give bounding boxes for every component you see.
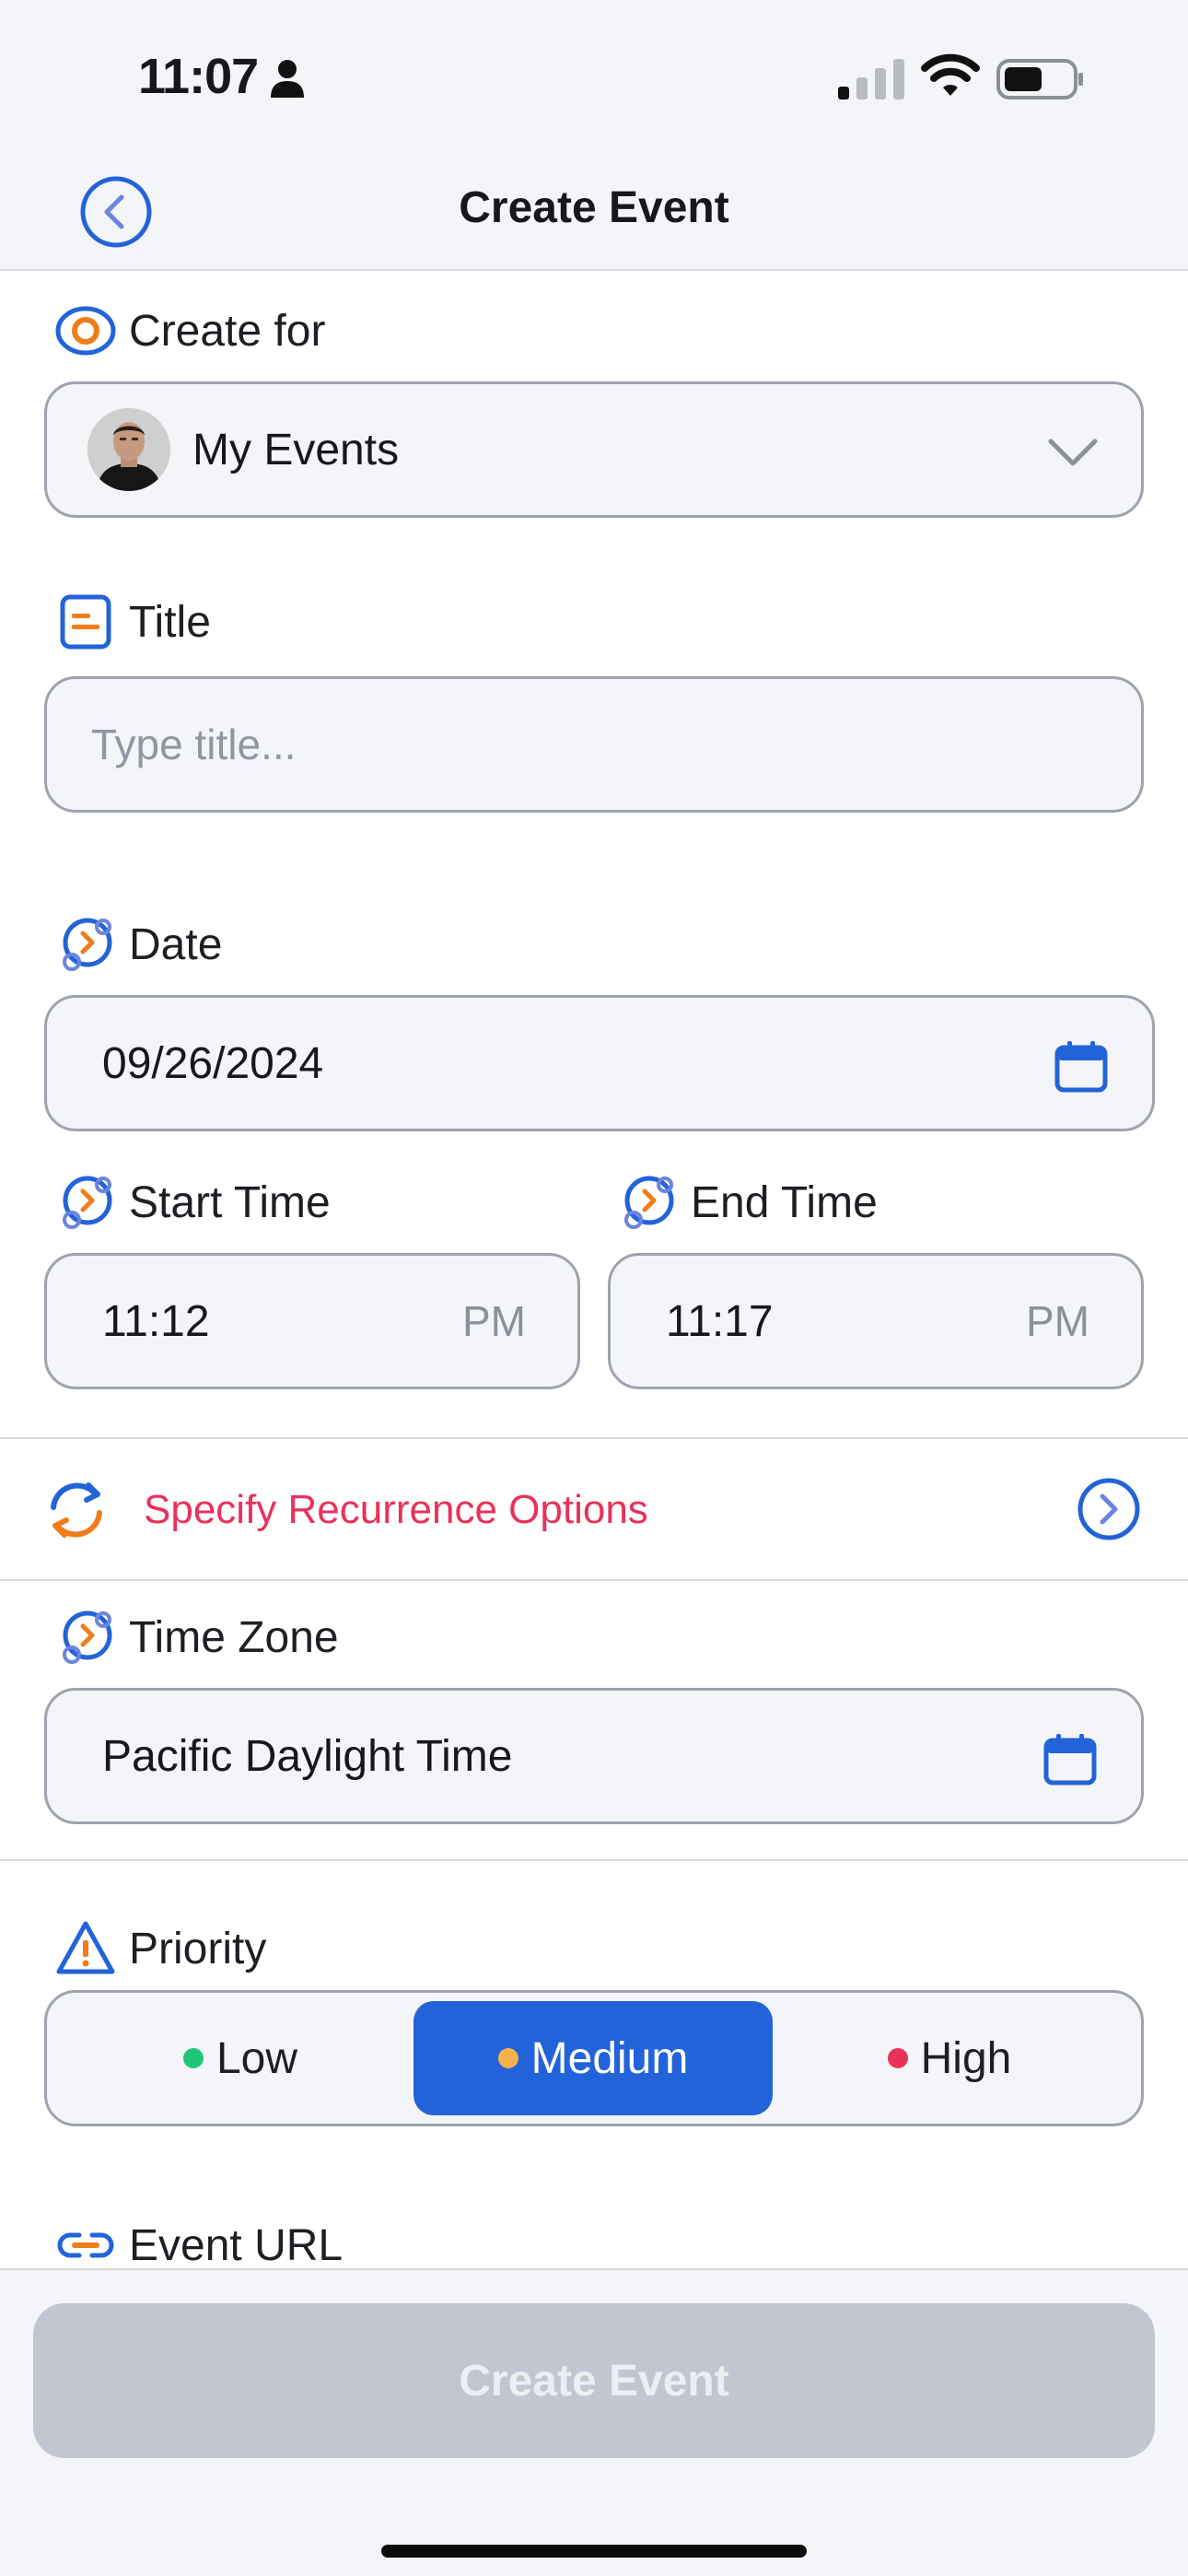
create-for-label-text: Create for [129,306,326,356]
priority-option-high[interactable]: High [789,2001,1110,2115]
text-field-icon [53,590,118,654]
warning-icon [53,1916,118,1981]
title-placeholder: Type title... [91,720,297,768]
create-event-button[interactable]: Create Event [33,2303,1155,2458]
end-time-label: End Time [621,1170,878,1235]
chevron-right-icon[interactable] [1076,1476,1142,1542]
end-time-period[interactable]: PM [1026,1296,1089,1346]
clock-icon [53,912,118,977]
time-zone-value: Pacific Daylight Time [102,1731,513,1781]
status-bar: 11:07 [0,0,1188,157]
wifi-icon [921,53,980,96]
refresh-icon [51,1482,102,1538]
date-label-text: Date [129,919,223,969]
divider [0,1579,1188,1581]
priority-option-label: Low [215,2033,298,2083]
bottom-bar: Create Event [0,2268,1188,2576]
date-field[interactable]: 09/26/2024 [44,995,1155,1131]
time-zone-label: Time Zone [59,1605,339,1669]
event-url-label-text: Event URL [129,2220,344,2270]
end-time-field[interactable]: 11:17 PM [608,1253,1144,1389]
priority-dot [497,2048,518,2068]
priority-option-low[interactable]: Low [84,2001,397,2115]
time-zone-field[interactable]: Pacific Daylight Time [44,1688,1144,1824]
home-indicator[interactable] [381,2545,807,2558]
start-time-value: 11:12 [102,1296,210,1346]
title-input[interactable]: Type title... [44,676,1144,813]
clock-icon [53,1605,118,1669]
nav-header: Create Event [0,157,1188,271]
time-zone-label-text: Time Zone [129,1612,339,1662]
status-time: 11:07 [138,49,259,104]
start-time-field[interactable]: 11:12 PM [44,1253,580,1389]
priority-option-label: High [920,2033,1012,2083]
clock-icon [53,1170,118,1235]
priority-option-medium[interactable]: Medium [413,2001,773,2115]
title-label: Title [59,590,211,654]
priority-label: Priority [56,1916,267,1981]
end-time-value: 11:17 [666,1296,774,1346]
create-for-select[interactable]: My Events [44,381,1144,518]
avatar [87,408,170,491]
date-label: Date [59,912,222,977]
priority-segmented-control: Low Medium High [44,1990,1144,2126]
recurrence-label: Specify Recurrence Options [144,1487,648,1532]
divider [0,1859,1188,1861]
cellular-signal-icon [838,59,904,100]
start-time-label: Start Time [59,1170,331,1235]
date-value: 09/26/2024 [102,1038,324,1088]
start-time-label-text: Start Time [129,1177,331,1227]
title-label-text: Title [129,597,211,647]
person-icon [271,60,304,98]
recurrence-options-row[interactable]: Specify Recurrence Options [0,1439,1188,1579]
calendar-icon[interactable] [1053,1038,1110,1095]
calendar-icon[interactable] [1042,1731,1099,1788]
battery-icon [996,59,1083,100]
start-time-period[interactable]: PM [462,1296,526,1346]
chevron-down-icon [1048,439,1098,466]
clock-icon [615,1170,680,1235]
target-icon [53,299,118,363]
end-time-label-text: End Time [691,1177,878,1227]
priority-dot [182,2048,204,2068]
page-title: Create Event [459,183,729,232]
create-for-label: Create for [55,299,326,363]
priority-dot [887,2048,908,2068]
create-for-value: My Events [192,425,400,474]
priority-label-text: Priority [129,1924,267,1973]
priority-option-label: Medium [530,2033,689,2083]
